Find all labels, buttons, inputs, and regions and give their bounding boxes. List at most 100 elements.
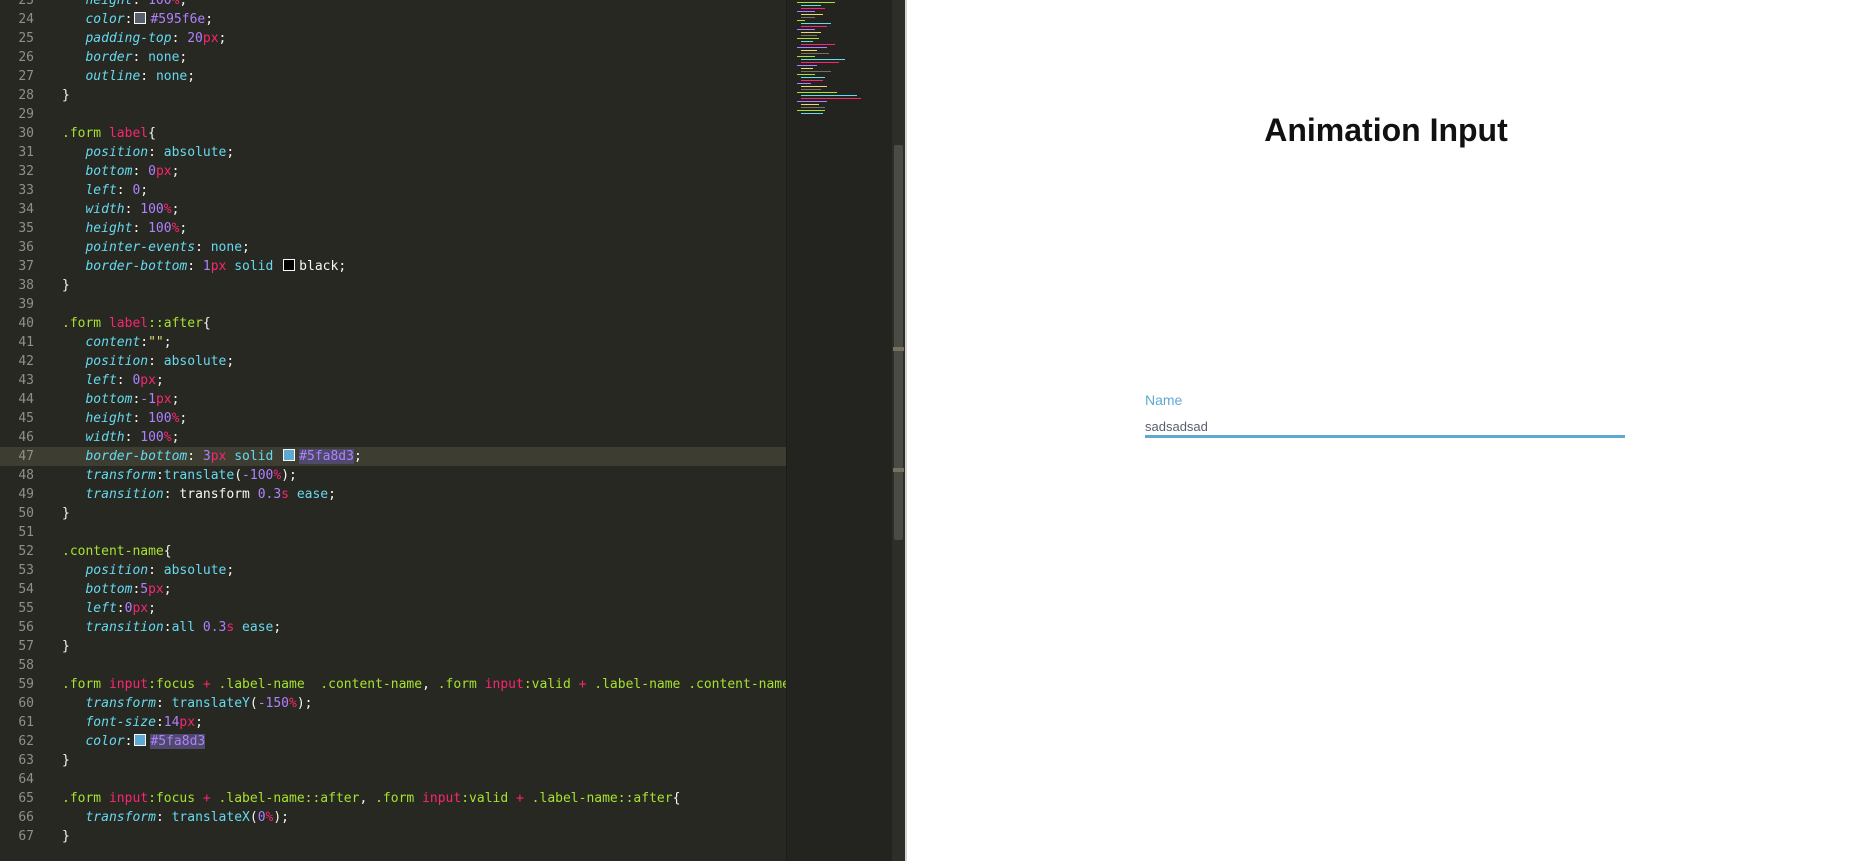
code-token: ( [249, 696, 258, 711]
code-line[interactable]: 45 height: 100%; [0, 409, 786, 428]
code-line[interactable]: 54 bottom:5px; [0, 580, 786, 599]
code-text: } [62, 637, 70, 656]
code-token: } [62, 753, 70, 768]
minimap-line [801, 17, 815, 18]
code-text: transform: translateY(-150%); [62, 694, 312, 713]
code-line[interactable]: 42 position: absolute; [0, 352, 786, 371]
code-line[interactable]: 56 transition:all 0.3s ease; [0, 618, 786, 637]
code-line[interactable]: 37 border-bottom: 1px solid black; [0, 257, 786, 276]
code-token: : [124, 202, 141, 217]
code-line[interactable]: 28} [0, 86, 786, 105]
code-line[interactable]: 67} [0, 827, 786, 846]
code-token: input [108, 791, 149, 806]
code-token: ; [218, 31, 227, 46]
animated-input-form: Name [1145, 390, 1625, 438]
code-line[interactable]: 35 height: 100%; [0, 219, 786, 238]
scrollbar-thumb[interactable] [894, 145, 903, 540]
minimap-line [801, 80, 823, 81]
code-line[interactable]: 61 font-size:14px; [0, 713, 786, 732]
code-area[interactable]: 23 height: 100%; 24 color: #595f6e; 25 padd… [0, 0, 798, 846]
code-token: none [148, 50, 180, 65]
code-line[interactable]: 33 left: 0; [0, 181, 786, 200]
minimap[interactable] [786, 0, 893, 861]
code-line[interactable]: 51 [0, 523, 786, 542]
code-line[interactable]: 48 transform:translate(-100%); [0, 466, 786, 485]
code-token: absolute [163, 563, 227, 578]
minimap-line [797, 20, 805, 21]
code-token: .form [62, 316, 109, 331]
line-number: 39 [18, 297, 34, 312]
line-number: 28 [18, 88, 34, 103]
code-line[interactable]: 31 position: absolute; [0, 143, 786, 162]
line-number: 24 [18, 12, 34, 27]
code-token: px [155, 392, 172, 407]
code-text: padding-top: 20px; [62, 29, 226, 48]
code-line[interactable]: 24 color: #595f6e; [0, 10, 786, 29]
code-line[interactable]: 53 position: absolute; [0, 561, 786, 580]
code-token: border [85, 50, 133, 65]
code-line[interactable]: 40 .form label::after{ [0, 314, 786, 333]
code-line[interactable]: 47 border-bottom: 3px solid #5fa8d3; [0, 447, 786, 466]
minimap-line [797, 65, 817, 66]
code-token: : [124, 12, 133, 27]
code-line[interactable]: 50} [0, 504, 786, 523]
code-token: : [132, 0, 149, 8]
code-line[interactable]: 49 transition: transform 0.3s ease; [0, 485, 786, 504]
code-line[interactable]: 25 padding-top: 20px; [0, 29, 786, 48]
code-line[interactable]: 60 transform: translateY(-150%); [0, 694, 786, 713]
name-input[interactable] [1145, 416, 1625, 436]
code-line[interactable]: 52 .content-name{ [0, 542, 786, 561]
code-line[interactable]: 39 [0, 295, 786, 314]
line-number: 57 [18, 639, 34, 654]
code-token: : [163, 620, 172, 635]
minimap-line [801, 86, 827, 87]
code-line[interactable]: 59 .form input:focus + .label-name .conte… [0, 675, 797, 694]
line-number: 29 [18, 107, 34, 122]
minimap-line [797, 92, 837, 93]
code-text: width: 100%; [62, 428, 179, 447]
color-swatch-icon [283, 259, 296, 271]
code-line[interactable]: 36 pointer-events: none; [0, 238, 786, 257]
code-line[interactable]: 23 height: 100%; [0, 0, 786, 10]
code-text: .content-name{ [62, 542, 172, 561]
code-line[interactable]: 27 outline: none; [0, 67, 786, 86]
code-line[interactable]: 43 left: 0px; [0, 371, 786, 390]
code-line[interactable]: 32 bottom: 0px; [0, 162, 786, 181]
code-token: width [85, 430, 125, 445]
code-token: font-size [85, 715, 156, 730]
code-line[interactable]: 34 width: 100%; [0, 200, 786, 219]
code-token: ; [163, 335, 172, 350]
line-number: 56 [18, 620, 34, 635]
code-token: width [85, 202, 125, 217]
code-token: ; [338, 259, 347, 274]
code-line[interactable]: 57} [0, 637, 786, 656]
code-line[interactable]: 38} [0, 276, 786, 295]
code-line[interactable]: 65 .form input:focus + .label-name::after… [0, 789, 786, 808]
code-line[interactable]: 62 color: #5fa8d3 [0, 732, 786, 751]
code-line[interactable]: 26 border: none; [0, 48, 786, 67]
code-token: bottom [85, 164, 133, 179]
code-text: height: 100%; [62, 0, 187, 10]
code-line[interactable]: 63} [0, 751, 786, 770]
code-line[interactable]: 30 .form label{ [0, 124, 786, 143]
code-line[interactable]: 58 [0, 656, 786, 675]
line-number: 37 [18, 259, 34, 274]
code-token: input [484, 677, 524, 692]
code-line[interactable]: 41 content:""; [0, 333, 786, 352]
line-number: 31 [18, 145, 34, 160]
code-line[interactable]: 64 [0, 770, 786, 789]
code-editor[interactable]: 23 height: 100%; 24 color: #595f6e; 25 padd… [0, 0, 905, 861]
code-token: absolute [163, 145, 227, 160]
code-line[interactable]: 66 transform: translateX(0%); [0, 808, 786, 827]
editor-scrollbar[interactable] [892, 0, 905, 861]
line-number: 45 [18, 411, 34, 426]
code-line[interactable]: 46 width: 100%; [0, 428, 786, 447]
code-line[interactable]: 55 left:0px; [0, 599, 786, 618]
code-line[interactable]: 29 [0, 105, 786, 124]
code-token: 0 [148, 164, 156, 179]
code-line[interactable]: 44 bottom:-1px; [0, 390, 786, 409]
code-token: ; [148, 601, 156, 616]
code-token: : [155, 468, 164, 483]
code-token: ; [171, 392, 180, 407]
